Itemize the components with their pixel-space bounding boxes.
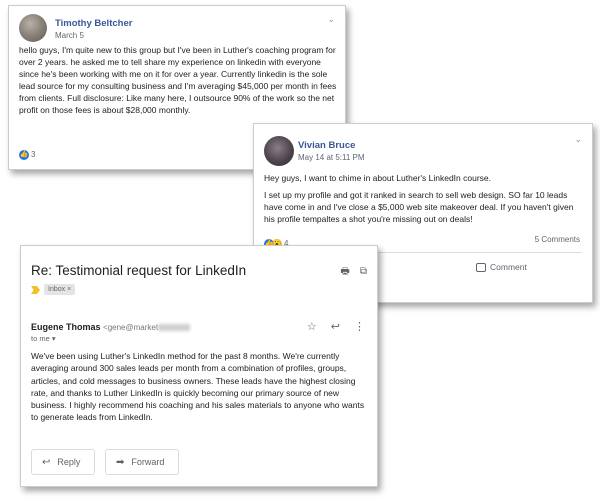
message-actions: ☆ ↩ ⋮ bbox=[293, 320, 365, 333]
reply-icon[interactable]: ↩ bbox=[331, 321, 340, 333]
comment-button[interactable]: Comment bbox=[476, 262, 527, 273]
redacted-address bbox=[158, 324, 191, 332]
forward-button[interactable]: ➡ Forward bbox=[105, 449, 180, 475]
sender-address: <gene@market bbox=[103, 323, 159, 332]
open-new-window-icon[interactable]: ⧉ bbox=[360, 266, 367, 277]
print-icon[interactable]: 🖶 bbox=[340, 266, 349, 277]
reaction-count: 3 bbox=[31, 150, 36, 160]
post-author[interactable]: Timothy Beltcher bbox=[55, 18, 132, 29]
email-body: We've been using Luther's LinkedIn metho… bbox=[31, 351, 365, 423]
post-date[interactable]: May 14 at 5:11 PM bbox=[298, 153, 365, 162]
comments-count[interactable]: 5 Comments bbox=[535, 235, 580, 244]
avatar[interactable] bbox=[19, 14, 47, 42]
email-subject: Re: Testimonial request for LinkedIn bbox=[31, 263, 247, 278]
reactions[interactable]: 👍 3 bbox=[19, 146, 35, 164]
post-paragraph: I set up my profile and got it ranked in… bbox=[264, 190, 574, 224]
post-text: Hey guys, I want to chime in about Luthe… bbox=[264, 172, 584, 230]
more-options-icon[interactable]: ⋮ bbox=[354, 321, 365, 333]
chevron-down-icon[interactable]: ⌄ bbox=[327, 14, 335, 25]
star-icon[interactable]: ☆ bbox=[307, 321, 317, 333]
sender: Eugene Thomas <gene@market bbox=[31, 322, 191, 332]
post-paragraph: Hey guys, I want to chime in about Luthe… bbox=[264, 173, 491, 183]
recipient-dropdown[interactable]: to me ▾ bbox=[31, 334, 56, 343]
sender-name[interactable]: Eugene Thomas bbox=[31, 322, 101, 332]
forward-label: Forward bbox=[131, 457, 165, 467]
reply-label: Reply bbox=[57, 457, 81, 467]
header-actions: 🖶 ⧉ bbox=[330, 264, 367, 281]
chevron-down-icon[interactable]: ⌄ bbox=[574, 134, 582, 145]
gmail-message: Re: Testimonial request for LinkedIn 🖶 ⧉ … bbox=[20, 245, 378, 487]
reply-icon: ↩ bbox=[42, 457, 51, 468]
avatar[interactable] bbox=[264, 136, 294, 166]
forward-icon: ➡ bbox=[116, 457, 125, 468]
comment-label: Comment bbox=[490, 262, 527, 272]
inbox-label-chip[interactable]: Inbox × bbox=[44, 284, 76, 295]
post-author[interactable]: Vivian Bruce bbox=[298, 140, 355, 151]
comment-icon bbox=[476, 263, 486, 273]
post-date[interactable]: March 5 bbox=[55, 31, 84, 40]
like-icon: 👍 bbox=[19, 149, 29, 160]
post-text: hello guys, I'm quite new to this group … bbox=[19, 45, 337, 115]
reply-button[interactable]: ↩ Reply bbox=[31, 449, 96, 475]
important-marker-icon[interactable] bbox=[31, 286, 40, 294]
